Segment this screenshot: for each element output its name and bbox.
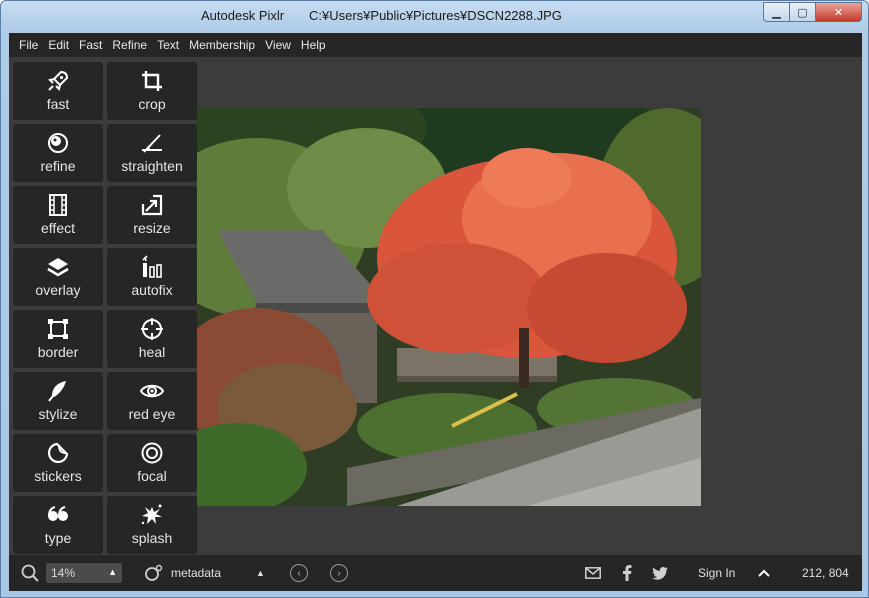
close-icon: ✕ (833, 6, 844, 19)
tool-splash[interactable]: splash (107, 496, 197, 554)
tool-label: crop (138, 96, 166, 112)
app-window: Autodesk Pixlr C:¥Users¥Public¥Pictures¥… (0, 0, 869, 598)
minimize-icon: ▁ (772, 6, 781, 19)
metadata-label[interactable]: metadata (171, 555, 221, 591)
tool-label: splash (131, 530, 173, 546)
twitter-icon[interactable] (652, 555, 668, 591)
rocket-icon (46, 69, 70, 93)
previous-button[interactable]: ‹ (290, 555, 308, 591)
maximize-icon: ▢ (797, 6, 808, 19)
chevron-right-icon: › (330, 564, 348, 582)
chevron-left-icon: ‹ (290, 564, 308, 582)
menu-bar: File Edit Fast Refine Text Membership Vi… (9, 33, 862, 57)
tool-label: straighten (121, 158, 183, 174)
canvas-workspace[interactable]: fast crop refine straighten effect resiz… (9, 57, 862, 555)
tool-border[interactable]: border (13, 310, 103, 368)
menu-text[interactable]: Text (157, 38, 179, 52)
zoom-select[interactable]: 14% ▲ (46, 563, 122, 583)
close-button[interactable]: ✕ (816, 2, 862, 22)
tool-red-eye[interactable]: red eye (107, 372, 197, 430)
next-button[interactable]: › (330, 555, 348, 591)
chevron-up-icon[interactable] (758, 555, 770, 591)
sign-in-button[interactable]: Sign In (698, 555, 735, 591)
splash-icon (140, 503, 164, 527)
menu-edit[interactable]: Edit (48, 38, 69, 52)
tool-overlay[interactable]: overlay (13, 248, 103, 306)
tool-label: overlay (35, 282, 81, 298)
tool-label: stylize (38, 406, 78, 422)
tool-resize[interactable]: resize (107, 186, 197, 244)
crosshair-icon (140, 317, 164, 341)
focal-icon (140, 441, 164, 465)
zoom-icon[interactable] (21, 555, 39, 591)
zoom-value: 14% (51, 566, 76, 580)
menu-file[interactable]: File (19, 38, 38, 52)
metadata-toggle-icon[interactable]: ▲ (256, 555, 265, 591)
tool-label: stickers (34, 468, 82, 484)
tool-label: focal (137, 468, 167, 484)
tool-autofix[interactable]: autofix (107, 248, 197, 306)
tool-label: autofix (131, 282, 173, 298)
window-controls: ▁ ▢ ✕ (763, 2, 862, 22)
caret-up-icon: ▲ (108, 567, 117, 577)
tool-label: resize (133, 220, 171, 236)
resize-icon (140, 193, 164, 217)
menu-refine[interactable]: Refine (112, 38, 147, 52)
menu-help[interactable]: Help (301, 38, 326, 52)
tool-label: red eye (128, 406, 176, 422)
status-bar: 14% ▲ metadata ▲ ‹ › Sign In 212, 804 (9, 555, 862, 591)
tool-label: refine (40, 158, 76, 174)
tool-straighten[interactable]: straighten (107, 124, 197, 182)
tool-effect[interactable]: effect (13, 186, 103, 244)
photo-image (197, 108, 701, 506)
refine-icon (46, 131, 70, 155)
tool-fast[interactable]: fast (13, 62, 103, 120)
tool-crop[interactable]: crop (107, 62, 197, 120)
tool-label: heal (138, 344, 166, 360)
tool-type[interactable]: type (13, 496, 103, 554)
quote-icon (46, 503, 70, 527)
feather-icon (46, 379, 70, 403)
layers-icon (46, 255, 70, 279)
crop-icon (140, 69, 164, 93)
cursor-coordinates: 212, 804 (802, 566, 849, 580)
file-path: C:¥Users¥Public¥Pictures¥DSCN2288.JPG (309, 8, 562, 23)
autofix-icon (140, 255, 164, 279)
tool-stylize[interactable]: stylize (13, 372, 103, 430)
menu-membership[interactable]: Membership (189, 38, 255, 52)
film-icon (46, 193, 70, 217)
pixlr-app: File Edit Fast Refine Text Membership Vi… (9, 33, 862, 591)
tool-label: border (37, 344, 79, 360)
tool-label: fast (46, 96, 70, 112)
metadata-icon[interactable] (144, 555, 164, 591)
maximize-button[interactable]: ▢ (790, 2, 816, 22)
facebook-icon[interactable] (622, 555, 632, 591)
tool-label: effect (41, 220, 75, 236)
tool-panel: fast crop refine straighten effect resiz… (13, 62, 197, 554)
menu-view[interactable]: View (265, 38, 291, 52)
tool-refine[interactable]: refine (13, 124, 103, 182)
photo-canvas[interactable] (197, 108, 701, 506)
tool-label: type (44, 530, 72, 546)
minimize-button[interactable]: ▁ (763, 2, 790, 22)
tool-focal[interactable]: focal (107, 434, 197, 492)
border-icon (46, 317, 70, 341)
menu-fast[interactable]: Fast (79, 38, 102, 52)
sticker-icon (46, 441, 70, 465)
tool-stickers[interactable]: stickers (13, 434, 103, 492)
email-icon[interactable] (585, 555, 601, 591)
window-title: Autodesk Pixlr (201, 8, 285, 23)
title-bar[interactable]: Autodesk Pixlr C:¥Users¥Public¥Pictures¥… (1, 1, 868, 33)
tool-heal[interactable]: heal (107, 310, 197, 368)
straighten-icon (140, 131, 164, 155)
eye-icon (140, 379, 164, 403)
